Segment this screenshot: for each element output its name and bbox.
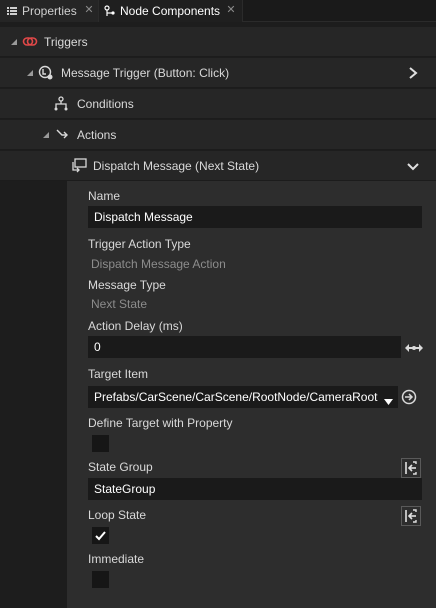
conditions-icon — [53, 96, 69, 115]
state-group-field[interactable]: StateGroup — [88, 478, 422, 500]
action-properties-panel: Name Dispatch Message Trigger Action Typ… — [67, 181, 436, 608]
tab-bar: Properties ✕ Node Components ✕ — [0, 0, 436, 22]
tree-row-message-trigger[interactable]: Message Trigger (Button: Click) — [0, 58, 436, 88]
tree-row-actions[interactable]: Actions — [0, 120, 436, 150]
tab-node-components[interactable]: Node Components ✕ — [98, 0, 243, 22]
tree-label: Conditions — [77, 96, 134, 111]
dispatch-message-icon — [70, 158, 88, 177]
node-components-icon — [104, 5, 116, 17]
chevron-down-icon[interactable] — [407, 161, 419, 175]
tree-label: Triggers — [44, 34, 88, 49]
state-group-label: State Group — [88, 460, 153, 474]
trigger-icon — [22, 35, 38, 52]
trigger-action-type-label: Trigger Action Type — [88, 237, 191, 251]
actions-icon — [55, 128, 69, 145]
close-icon[interactable]: ✕ — [84, 5, 94, 16]
expand-triangle-icon[interactable] — [10, 38, 18, 46]
properties-icon — [6, 5, 18, 17]
state-group-value: StateGroup — [94, 482, 156, 496]
target-item-select[interactable]: Prefabs/CarScene/CarScene/RootNode/Camer… — [88, 386, 398, 408]
checkmark-icon — [95, 530, 106, 544]
tab-label: Node Components — [120, 4, 221, 18]
tab-properties[interactable]: Properties ✕ — [0, 0, 98, 22]
action-delay-field[interactable]: 0 — [88, 336, 401, 358]
dropdown-arrow-icon[interactable] — [384, 394, 393, 408]
target-item-value: Prefabs/CarScene/CarScene/RootNode/Camer… — [94, 390, 378, 404]
tree-row-conditions[interactable]: Conditions — [0, 89, 436, 119]
message-type-label: Message Type — [88, 278, 166, 292]
tree-label: Message Trigger (Button: Click) — [61, 65, 230, 80]
immediate-checkbox[interactable] — [92, 571, 109, 588]
name-label: Name — [88, 189, 121, 203]
define-target-label: Define Target with Property — [88, 416, 233, 430]
action-delay-value: 0 — [94, 340, 101, 354]
go-to-target-icon[interactable] — [401, 389, 417, 408]
tree-row-triggers[interactable]: Triggers — [0, 27, 436, 57]
target-item-label: Target Item — [88, 367, 149, 381]
drag-value-icon[interactable] — [405, 342, 423, 356]
tab-label: Properties — [22, 4, 77, 18]
expand-triangle-icon[interactable] — [42, 131, 50, 139]
expand-triangle-icon[interactable] — [26, 69, 34, 77]
bind-property-icon[interactable] — [401, 458, 421, 478]
loop-state-checkbox[interactable] — [92, 527, 109, 544]
tree-label: Actions — [77, 127, 117, 142]
tree-row-dispatch-message[interactable]: Dispatch Message (Next State) — [0, 151, 436, 181]
bind-property-icon[interactable] — [401, 506, 421, 526]
name-value: Dispatch Message — [94, 210, 193, 224]
loop-state-label: Loop State — [88, 508, 147, 522]
name-field[interactable]: Dispatch Message — [88, 206, 422, 228]
close-icon[interactable]: ✕ — [226, 5, 236, 16]
message-trigger-icon — [38, 65, 54, 84]
action-delay-label: Action Delay (ms) — [88, 319, 183, 333]
chevron-right-icon[interactable] — [408, 67, 418, 82]
trigger-action-type-value: Dispatch Message Action — [91, 257, 226, 271]
message-type-value: Next State — [91, 297, 148, 311]
define-target-checkbox[interactable] — [92, 435, 109, 452]
immediate-label: Immediate — [88, 552, 145, 566]
tree-label: Dispatch Message (Next State) — [93, 158, 260, 173]
